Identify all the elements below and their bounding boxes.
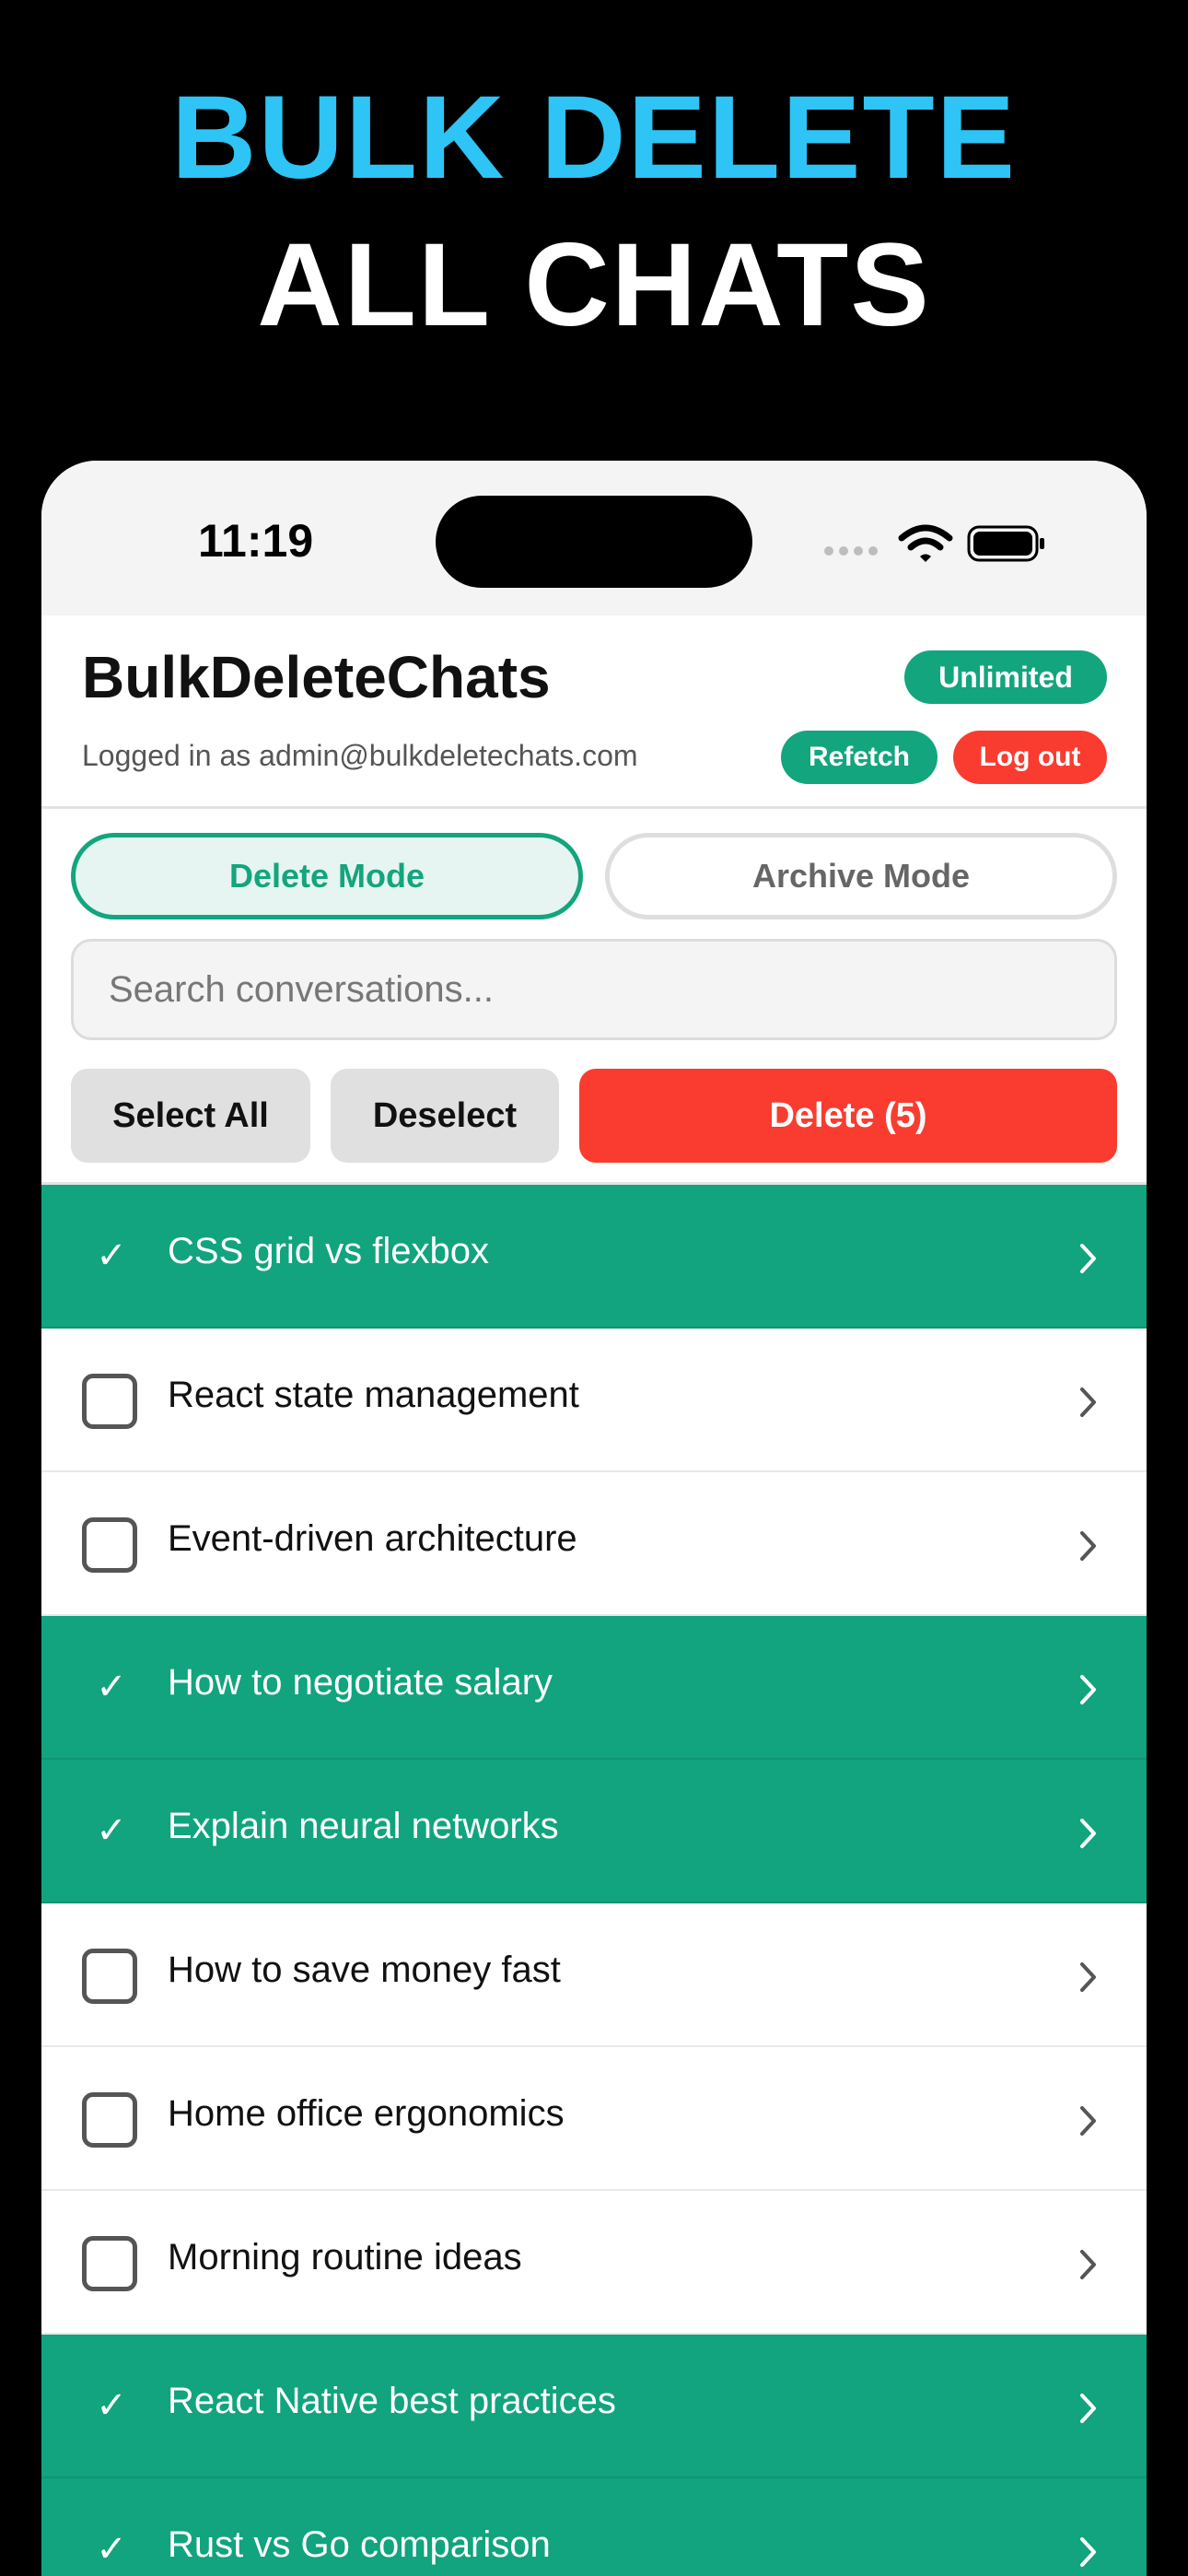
- conversation-row[interactable]: ✓ CSS grid vs flexbox: [41, 1185, 1147, 1329]
- conversation-row[interactable]: Event-driven architecture: [41, 1472, 1147, 1616]
- refetch-button[interactable]: Refetch: [781, 731, 938, 784]
- checkmark-icon[interactable]: ✓: [95, 2526, 128, 2572]
- deselect-button[interactable]: Deselect: [331, 1069, 559, 1163]
- logout-button[interactable]: Log out: [953, 731, 1107, 784]
- status-time: 11:19: [198, 515, 314, 567]
- conversation-row[interactable]: ✓ Explain neural networks: [41, 1760, 1147, 1903]
- chevron-right-icon: [1080, 2106, 1096, 2136]
- chevron-right-icon: [1080, 1819, 1096, 1848]
- chevron-right-icon: [1080, 2537, 1096, 2567]
- conversation-title: Morning routine ideas: [168, 2237, 522, 2277]
- chevron-right-icon: [1080, 1675, 1096, 1704]
- mode-toggle: Delete Mode Archive Mode: [71, 833, 1117, 921]
- conversation-title: Event-driven architecture: [168, 1518, 577, 1559]
- search-input[interactable]: [71, 939, 1117, 1040]
- conversation-row[interactable]: Home office ergonomics: [41, 2047, 1147, 2191]
- conversation-title: React Native best practices: [168, 2381, 616, 2421]
- conversation-list: ✓ CSS grid vs flexbox React state manageme…: [41, 1182, 1147, 2576]
- checkmark-icon[interactable]: ✓: [95, 2383, 128, 2429]
- conversation-title: CSS grid vs flexbox: [168, 1231, 490, 1271]
- status-bar: 11:19: [41, 461, 1147, 615]
- conversation-row[interactable]: React state management: [41, 1329, 1147, 1472]
- conversation-row[interactable]: Morning routine ideas: [41, 2191, 1147, 2335]
- logged-in-text: Logged in as admin@bulkdeletechats.com: [82, 739, 638, 772]
- delete-button[interactable]: Delete (5): [579, 1069, 1117, 1163]
- conversation-title: How to negotiate salary: [168, 1662, 553, 1703]
- cellular-signal-icon: [824, 546, 878, 556]
- chevron-right-icon: [1080, 2394, 1096, 2423]
- chevron-right-icon: [1080, 1531, 1096, 1561]
- conversation-row[interactable]: How to save money fast: [41, 1903, 1147, 2047]
- chevron-right-icon: [1080, 1244, 1096, 1273]
- conversation-row[interactable]: ✓ React Native best practices: [41, 2335, 1147, 2478]
- dynamic-island: [436, 496, 752, 588]
- conversation-title: Explain neural networks: [168, 1806, 559, 1846]
- app-header: BulkDeleteChats Logged in as admin@bulkd…: [41, 615, 1147, 809]
- conversation-row[interactable]: ✓ Rust vs Go comparison: [41, 2478, 1147, 2576]
- delete-mode-button[interactable]: Delete Mode: [71, 833, 583, 919]
- app-title: BulkDeleteChats: [82, 644, 551, 710]
- conversation-row[interactable]: ✓ How to negotiate salary: [41, 1616, 1147, 1760]
- promo-line-2: ALL CHATS: [257, 219, 931, 351]
- select-all-button[interactable]: Select All: [71, 1069, 310, 1163]
- checkmark-icon[interactable]: ✓: [95, 1233, 128, 1279]
- chevron-right-icon: [1080, 2250, 1096, 2279]
- row-checkbox[interactable]: [82, 1517, 137, 1573]
- chevron-right-icon: [1080, 1388, 1096, 1417]
- plan-badge: Unlimited: [904, 650, 1107, 704]
- screenshot-page: BULK DELETE ALL CHATS 11:19 BulkDeleteCh…: [0, 0, 1188, 2576]
- promo-headline: BULK DELETE ALL CHATS: [0, 69, 1188, 364]
- row-checkbox[interactable]: [82, 2092, 137, 2148]
- conversation-title: Home office ergonomics: [168, 2093, 565, 2134]
- conversation-title: How to save money fast: [168, 1950, 561, 1990]
- phone-screen: 11:19 BulkDeleteChats Logged in as admin…: [41, 461, 1147, 2576]
- battery-icon: [967, 525, 1044, 562]
- conversation-title: Rust vs Go comparison: [168, 2524, 551, 2565]
- checkmark-icon[interactable]: ✓: [95, 1664, 128, 1710]
- row-checkbox[interactable]: [82, 1374, 137, 1429]
- checkmark-icon[interactable]: ✓: [95, 1808, 128, 1854]
- conversation-title: React state management: [168, 1375, 579, 1415]
- wifi-icon: [898, 524, 953, 562]
- archive-mode-button[interactable]: Archive Mode: [605, 833, 1117, 919]
- action-bar: Select All Deselect Delete (5): [71, 1069, 1117, 1163]
- promo-line-1: BULK DELETE: [171, 72, 1017, 204]
- chevron-right-icon: [1080, 1962, 1096, 1992]
- row-checkbox[interactable]: [82, 1949, 137, 2004]
- row-checkbox[interactable]: [82, 2236, 137, 2291]
